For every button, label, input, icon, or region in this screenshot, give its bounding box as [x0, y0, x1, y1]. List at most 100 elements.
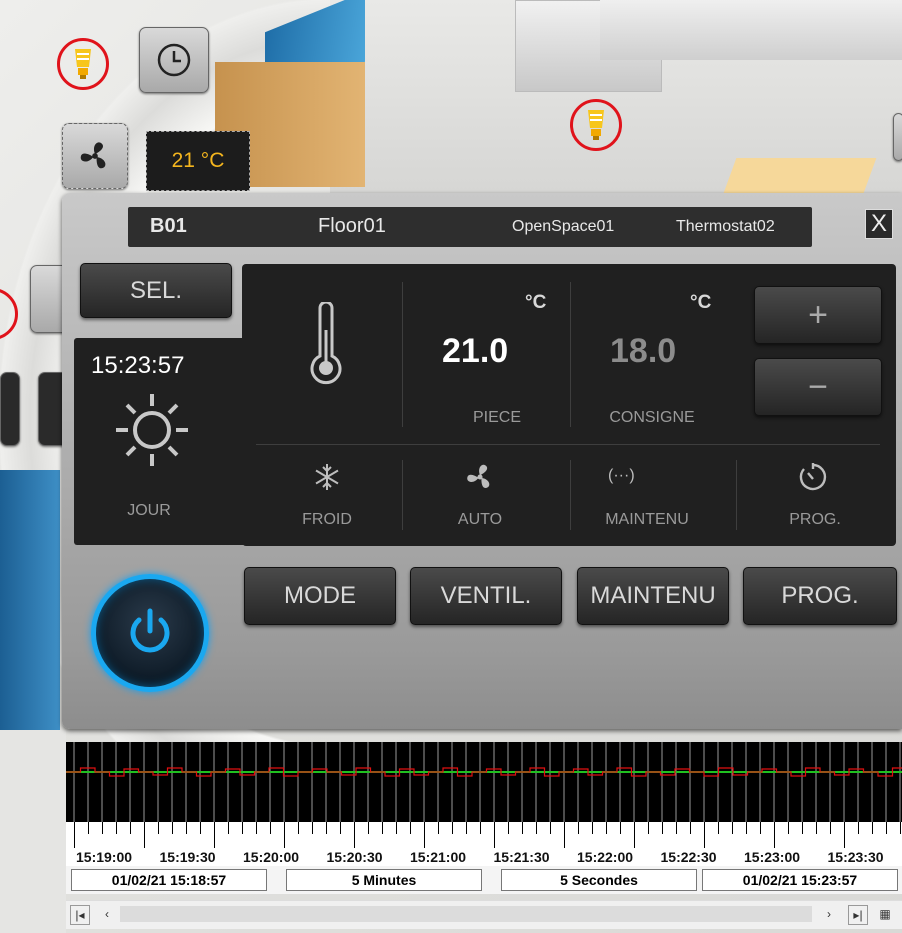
axis-tick: [620, 822, 621, 834]
axis-tick: [858, 822, 859, 834]
schedule-button[interactable]: [139, 27, 209, 93]
temperature-badge[interactable]: 21 °C: [146, 131, 250, 191]
axis-tick: [242, 822, 243, 834]
axis-tick: [186, 822, 187, 834]
increase-setpoint-button[interactable]: +: [754, 286, 882, 344]
chart-status-bar: 01/02/21 15:18:57 5 Minutes 5 Secondes 0…: [66, 866, 902, 894]
table-view-icon[interactable]: ▦: [876, 905, 894, 923]
divider: [256, 444, 880, 445]
program-button[interactable]: PROG.: [743, 567, 897, 625]
trend-chart: [66, 742, 902, 822]
axis-tick: [284, 822, 285, 848]
room-label: PIECE: [472, 409, 521, 426]
setpoint-value: 18.0: [610, 332, 677, 370]
axis-tick-label: 15:20:30: [326, 849, 383, 865]
axis-tick: [326, 822, 327, 834]
axis-tick: [802, 822, 803, 834]
axis-tick: [410, 822, 411, 834]
time-range[interactable]: 5 Minutes: [286, 869, 482, 891]
status-label: FROID: [302, 511, 352, 528]
axis-tick: [480, 822, 481, 834]
status-label: AUTO: [457, 511, 503, 528]
axis-tick: [494, 822, 495, 848]
axis-tick-label: 15:22:30: [660, 849, 717, 865]
divider: [570, 282, 571, 427]
axis-tick: [368, 822, 369, 834]
axis-tick: [424, 822, 425, 848]
axis-tick: [144, 822, 145, 848]
decrease-setpoint-button[interactable]: −: [754, 358, 882, 416]
axis-tick: [536, 822, 537, 834]
axis-tick-label: 15:21:00: [410, 849, 467, 865]
axis-tick: [606, 822, 607, 834]
axis-tick: [774, 822, 775, 848]
readings-panel: °C 21.0 PIECE °C 18.0 CONSIGNE + − FROID…: [242, 264, 896, 546]
axis-tick: [704, 822, 705, 848]
axis-tick: [648, 822, 649, 834]
last-page-icon[interactable]: ▸|: [848, 905, 868, 925]
axis-tick: [522, 822, 523, 834]
room-unit: °C: [525, 292, 547, 313]
axis-tick: [872, 822, 873, 834]
close-button[interactable]: X: [865, 209, 893, 239]
period-label: JOUR: [127, 502, 171, 519]
lamp-icon[interactable]: [570, 99, 622, 151]
axis-tick: [270, 822, 271, 834]
floor-label: Floor01: [318, 215, 386, 237]
axis-tick-label: 15:19:00: [76, 849, 133, 865]
axis-tick: [732, 822, 733, 834]
scroll-track[interactable]: [120, 906, 812, 922]
range-end: 01/02/21 15:23:57: [702, 869, 898, 891]
axis-tick-label: 15:23:00: [744, 849, 801, 865]
axis-tick: [844, 822, 845, 848]
mode-button[interactable]: MODE: [244, 567, 396, 625]
axis-tick: [550, 822, 551, 834]
glass-office-right: [600, 0, 902, 60]
fan-icon: [467, 464, 490, 488]
axis-tick: [900, 822, 901, 834]
time-axis: 15:19:00 15:19:30 15:20:00 15:20:30 15:21:00…: [66, 822, 902, 866]
setpoint-unit: °C: [690, 292, 712, 313]
lamp-icon[interactable]: [57, 38, 109, 90]
axis-tick-label: 15:22:00: [577, 849, 634, 865]
first-page-icon[interactable]: |◂: [70, 905, 90, 925]
hold-button[interactable]: MAINTENU: [577, 567, 729, 625]
axis-tick-label: 15:23:30: [827, 849, 884, 865]
setpoint-label: CONSIGNE: [609, 409, 695, 426]
fan-overlay-button[interactable]: [62, 123, 128, 189]
status-label: PROG.: [789, 511, 841, 528]
axis-tick: [340, 822, 341, 834]
axis-tick: [508, 822, 509, 834]
axis-tick: [634, 822, 635, 848]
axis-tick: [830, 822, 831, 834]
side-button[interactable]: [893, 113, 902, 161]
divider: [570, 460, 571, 530]
fan-speed-button[interactable]: VENTIL.: [410, 567, 562, 625]
chart-scrollbar[interactable]: |◂ ‹ › ▸| ▦: [66, 900, 902, 929]
axis-tick: [354, 822, 355, 848]
power-icon: [130, 608, 170, 653]
axis-tick: [438, 822, 439, 834]
axis-tick: [312, 822, 313, 834]
timer-icon: [799, 463, 827, 491]
scroll-right-icon[interactable]: ›: [820, 905, 838, 923]
power-button[interactable]: [91, 574, 209, 692]
ellipsis-icon: (···): [608, 467, 635, 484]
axis-tick: [214, 822, 215, 848]
sample-interval[interactable]: 5 Secondes: [501, 869, 697, 891]
thermometer-icon: [310, 302, 342, 385]
select-button[interactable]: SEL.: [80, 263, 232, 318]
axis-tick: [886, 822, 887, 834]
side-button[interactable]: [0, 372, 20, 446]
temperature-trend-series: [66, 767, 902, 777]
axis-tick: [102, 822, 103, 834]
axis-tick: [256, 822, 257, 834]
snowflake-icon: [315, 464, 339, 490]
status-label: MAINTENU: [605, 511, 689, 528]
axis-tick: [466, 822, 467, 834]
axis-tick: [74, 822, 75, 848]
scroll-left-icon[interactable]: ‹: [98, 905, 116, 923]
axis-tick: [88, 822, 89, 834]
axis-tick-label: 15:21:30: [493, 849, 550, 865]
axis-tick: [382, 822, 383, 834]
